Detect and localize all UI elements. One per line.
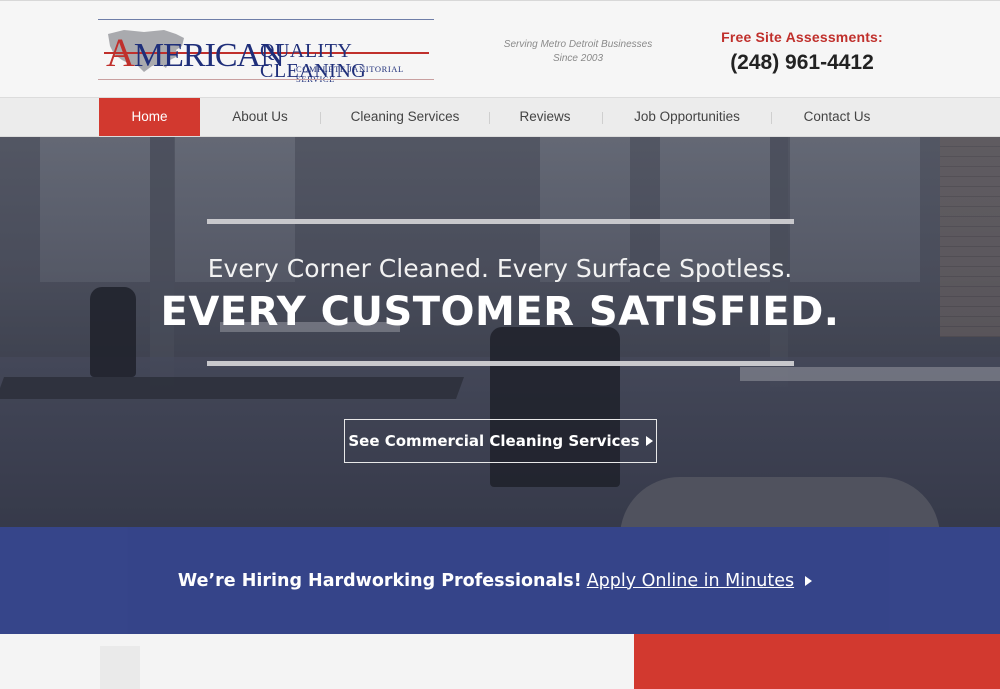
nav-item-home[interactable]: Home xyxy=(99,98,200,136)
since-text: Since 2003 xyxy=(552,53,604,64)
hero-heading: EVERY CUSTOMER SATISFIED. xyxy=(160,289,840,335)
triangle-right-icon xyxy=(805,575,813,586)
triangle-right-icon xyxy=(645,436,653,446)
nav-item-job-opportunities[interactable]: Job Opportunities xyxy=(612,98,762,136)
logo-tagline: COMPLETE JANITORIAL SERVICE xyxy=(296,64,404,84)
logo-word-american: AMERICAN xyxy=(106,30,285,75)
lower-section-image xyxy=(100,646,140,689)
nav-separator xyxy=(602,112,603,124)
service-area-text: Serving Metro Detroit Businesses xyxy=(503,39,653,50)
commercial-services-button[interactable]: See Commercial Cleaning Services xyxy=(344,419,657,463)
main-navigation: Home About Us Cleaning Services Reviews … xyxy=(0,97,1000,137)
logo-rule-bottom xyxy=(98,79,434,80)
hero-banner: Every Corner Cleaned. Every Surface Spot… xyxy=(0,137,1000,527)
hero-divider-bottom xyxy=(207,361,794,366)
hiring-banner: We’re Hiring Hardworking Professionals! … xyxy=(0,527,1000,634)
site-header: AMERICAN QUALITY CLEANING COMPLETE JANIT… xyxy=(0,0,1000,97)
nav-item-contact-us[interactable]: Contact Us xyxy=(782,98,892,136)
assessment-label: Free Site Assessments: xyxy=(721,29,883,45)
apply-online-link[interactable]: Apply Online in Minutes xyxy=(587,571,794,591)
assessment-contact: Free Site Assessments: (248) 961-4412 xyxy=(712,29,892,75)
hero-divider-top xyxy=(207,219,794,224)
commercial-services-label: See Commercial Cleaning Services xyxy=(348,432,640,450)
nav-separator xyxy=(489,112,490,124)
hiring-message: We’re Hiring Hardworking Professionals! … xyxy=(177,570,813,591)
hero-subheading: Every Corner Cleaned. Every Surface Spot… xyxy=(207,254,793,283)
nav-item-reviews[interactable]: Reviews xyxy=(500,98,590,136)
nav-separator xyxy=(771,112,772,124)
hiring-headline: We’re Hiring Hardworking Professionals! xyxy=(177,570,582,591)
nav-item-cleaning-services[interactable]: Cleaning Services xyxy=(330,98,480,136)
phone-number-link[interactable]: (248) 961-4412 xyxy=(712,51,892,75)
lower-section-left xyxy=(0,634,634,689)
nav-item-about-us[interactable]: About Us xyxy=(210,98,310,136)
service-area-tagline: Serving Metro Detroit Businesses Since 2… xyxy=(498,38,658,66)
lower-section-right xyxy=(634,634,1000,689)
logo-rule-top xyxy=(98,19,434,20)
nav-separator xyxy=(320,112,321,124)
site-logo[interactable]: AMERICAN QUALITY CLEANING COMPLETE JANIT… xyxy=(98,19,434,84)
